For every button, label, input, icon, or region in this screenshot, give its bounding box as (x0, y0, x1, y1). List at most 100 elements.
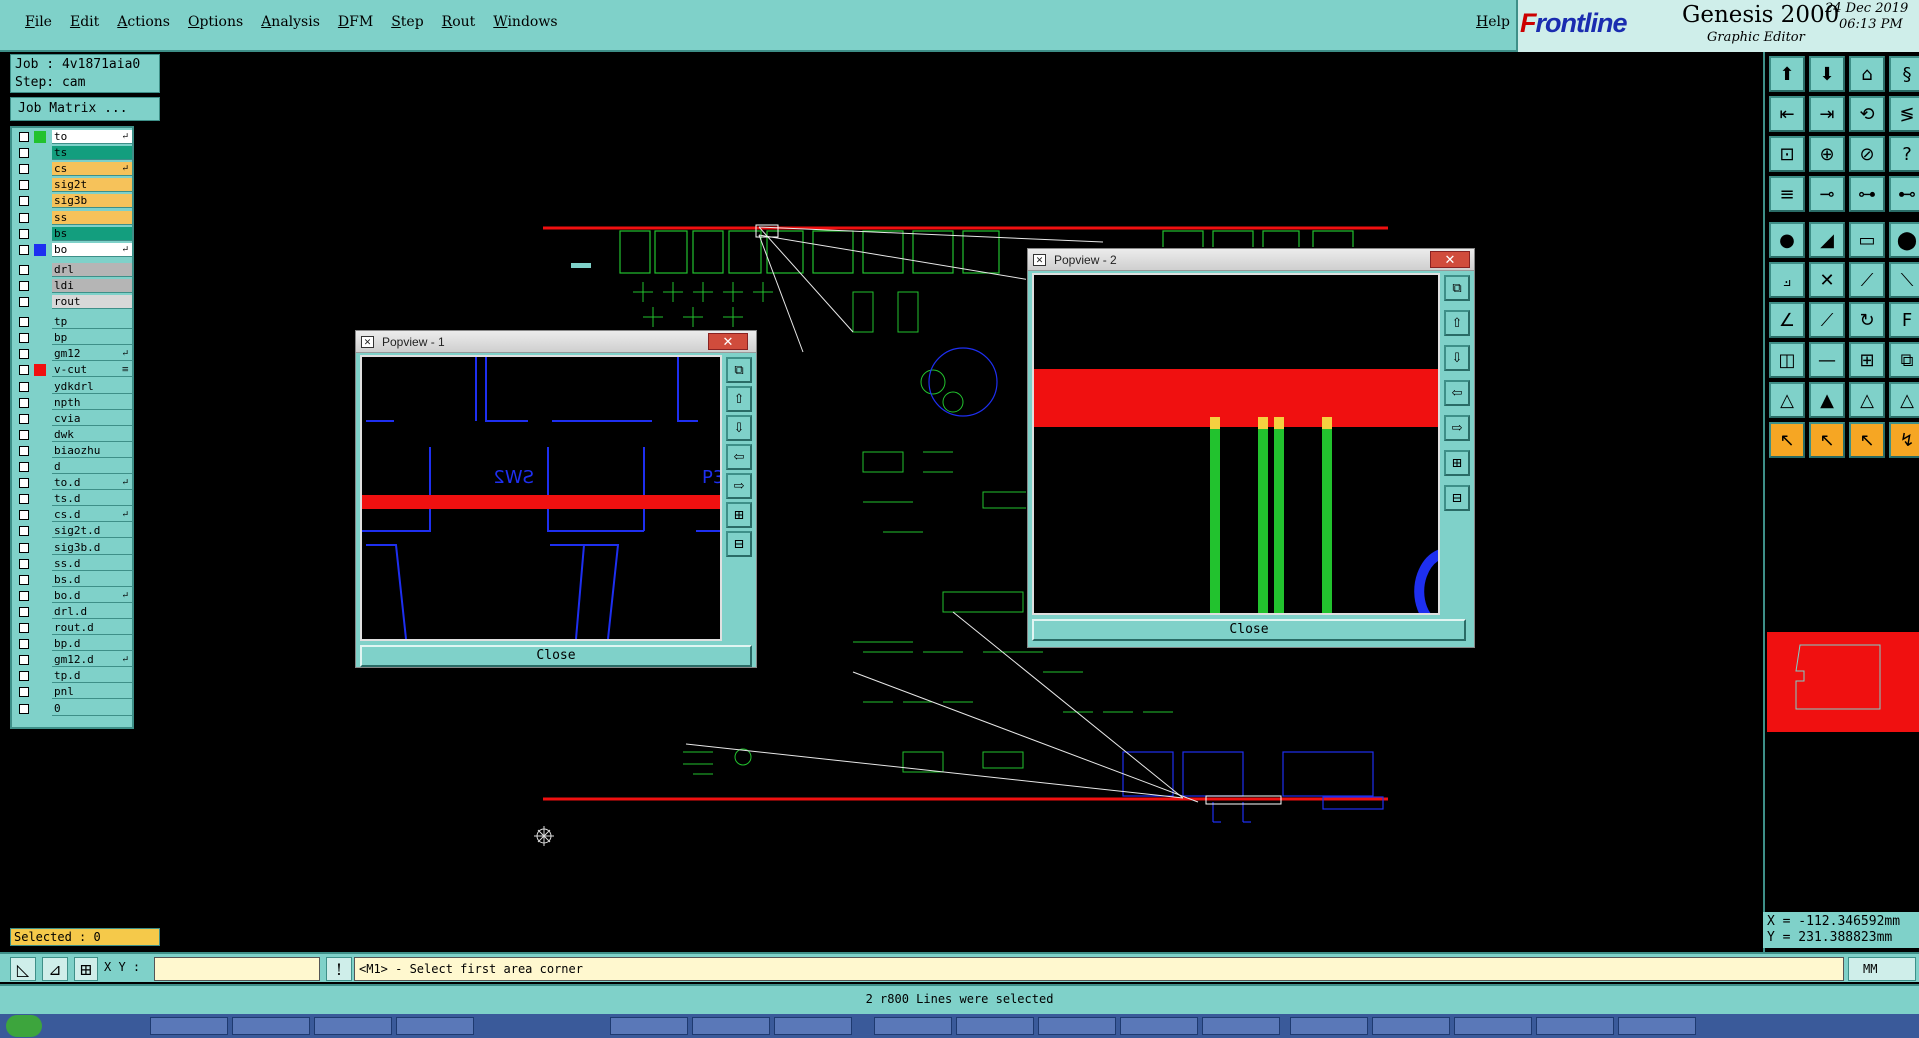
tool-text-icon[interactable]: F (1889, 302, 1919, 338)
start-button[interactable] (6, 1015, 42, 1037)
tool-pan-left-icon[interactable]: ⇤ (1769, 96, 1805, 132)
layer-name[interactable]: 0 (52, 701, 132, 716)
layer-color-swatch[interactable] (34, 163, 46, 176)
tool-net2-icon[interactable]: ⊷ (1889, 176, 1919, 212)
taskbar-item[interactable] (1120, 1017, 1198, 1035)
taskbar-item[interactable] (874, 1017, 952, 1035)
tool-grid-icon[interactable]: ⊞ (1849, 342, 1885, 378)
layer-checkbox[interactable] (19, 264, 29, 275)
layer-row[interactable]: ldi (15, 278, 132, 293)
layer-name[interactable]: ts.d (52, 492, 132, 507)
layer-color-swatch[interactable] (34, 622, 46, 634)
layer-name[interactable]: cs.d (52, 508, 132, 523)
layer-color-swatch[interactable] (34, 243, 46, 256)
menu-rout[interactable]: Rout (433, 14, 485, 30)
layer-color-swatch[interactable] (34, 412, 46, 425)
layer-name[interactable]: drl (52, 262, 132, 277)
layer-row[interactable]: v-cut ≡ (15, 363, 132, 378)
layer-color-swatch[interactable] (34, 686, 46, 699)
layer-name[interactable]: to.d (52, 476, 132, 491)
popview-1-pan-down[interactable]: ⇩ (726, 415, 752, 441)
layer-checkbox[interactable] (19, 462, 29, 472)
layer-name[interactable]: dwk (52, 427, 132, 442)
layer-name[interactable]: sig3b.d (52, 540, 132, 555)
taskbar-item[interactable] (692, 1017, 770, 1035)
layer-name[interactable]: to (52, 130, 132, 144)
layer-row[interactable]: dwk (15, 427, 132, 442)
tool-redraw-icon[interactable]: ⟲ (1849, 96, 1885, 132)
layer-row[interactable]: cs ↵ (15, 162, 132, 177)
popview-2-zoom-home[interactable]: ⧉ (1444, 275, 1470, 301)
layer-checkbox[interactable] (19, 671, 29, 682)
taskbar-item[interactable] (956, 1017, 1034, 1035)
tool-diag-icon[interactable]: ⟋ (1849, 262, 1885, 298)
layer-name[interactable]: drl.d (52, 604, 132, 619)
grid-icon[interactable]: ⊞ (74, 957, 98, 981)
layer-color-swatch[interactable] (34, 396, 46, 409)
layer-checkbox[interactable] (19, 349, 29, 360)
layer-row[interactable]: biaozhu (15, 443, 132, 458)
layer-checkbox[interactable] (19, 574, 29, 585)
layer-row[interactable]: tp (15, 315, 132, 330)
tool-arc-icon[interactable]: ↻ (1849, 302, 1885, 338)
layer-name[interactable]: gm12.d (52, 653, 132, 668)
job-matrix-button[interactable]: Job Matrix ... (10, 97, 160, 121)
tool-hline-icon[interactable]: — (1809, 342, 1845, 378)
layer-row[interactable]: gm12 ↵ (15, 347, 132, 362)
units-button[interactable]: MM (1848, 957, 1916, 981)
layer-name[interactable]: ydkdrl (52, 379, 132, 394)
layer-color-swatch[interactable] (34, 654, 46, 667)
layer-color-swatch[interactable] (34, 605, 46, 618)
layer-checkbox[interactable] (19, 381, 29, 392)
popview-2-pan-down[interactable]: ⇩ (1444, 345, 1470, 371)
popview-1-pan-left[interactable]: ⇦ (726, 444, 752, 470)
tool-net-icon[interactable]: ⊶ (1849, 176, 1885, 212)
tool-dot-icon[interactable]: ⬤ (1889, 222, 1919, 258)
layer-row[interactable]: pnl (15, 685, 132, 700)
layer-name[interactable]: ldi (52, 278, 132, 293)
tool-select3-icon[interactable]: ↖ (1849, 422, 1885, 458)
layer-color-swatch[interactable] (34, 147, 46, 160)
layer-color-swatch[interactable] (34, 638, 46, 651)
layer-row[interactable]: ss.d (15, 556, 132, 571)
layer-name[interactable]: tp.d (52, 669, 132, 684)
layer-color-swatch[interactable] (34, 461, 46, 473)
layer-color-swatch[interactable] (34, 179, 46, 192)
layer-row[interactable]: npth (15, 395, 132, 410)
layer-checkbox[interactable] (19, 397, 29, 408)
tool-triangle3-icon[interactable]: △ (1849, 382, 1885, 418)
layer-checkbox[interactable] (19, 164, 29, 175)
tool-group-icon[interactable]: ⧉ (1889, 342, 1919, 378)
layer-row[interactable]: cs.d ↵ (15, 508, 132, 523)
taskbar-item[interactable] (1618, 1017, 1696, 1035)
layer-color-swatch[interactable] (34, 589, 46, 602)
layer-color-swatch[interactable] (34, 195, 46, 208)
layer-name[interactable]: tp (52, 315, 132, 330)
layer-name[interactable]: v-cut (52, 363, 132, 378)
layer-row[interactable]: sig3b.d (15, 540, 132, 555)
layer-checkbox[interactable] (19, 494, 29, 505)
popview-1-pan-right[interactable]: ⇨ (726, 473, 752, 499)
tool-save-icon[interactable]: ⬇ (1809, 56, 1845, 92)
layer-checkbox[interactable] (19, 526, 29, 537)
layer-color-swatch[interactable] (34, 296, 46, 308)
layer-row[interactable]: to ↵ (15, 130, 132, 144)
tool-triangle2-icon[interactable]: ▲ (1809, 382, 1845, 418)
tool-zoom-area-icon[interactable]: ⊕ (1809, 136, 1845, 172)
layer-row[interactable]: gm12.d ↵ (15, 653, 132, 668)
layer-checkbox[interactable] (19, 590, 29, 601)
layer-row[interactable]: bo.d ↵ (15, 588, 132, 603)
layer-color-swatch[interactable] (34, 670, 46, 683)
layer-name[interactable]: d (52, 460, 132, 474)
layer-color-swatch[interactable] (34, 131, 46, 143)
tool-triangle4-icon[interactable]: △ (1889, 382, 1919, 418)
menu-edit[interactable]: Edit (61, 14, 108, 30)
layer-color-swatch[interactable] (34, 332, 46, 345)
tool-pan-right-icon[interactable]: ⇥ (1809, 96, 1845, 132)
popview-2-viewport[interactable] (1032, 273, 1440, 615)
layer-row[interactable]: sig2t.d (15, 524, 132, 539)
layer-name[interactable]: pnl (52, 685, 132, 700)
popview-1-zoom-out[interactable]: ⊟ (726, 531, 752, 557)
layer-name[interactable]: ss.d (52, 556, 132, 571)
layer-color-swatch[interactable] (34, 477, 46, 490)
